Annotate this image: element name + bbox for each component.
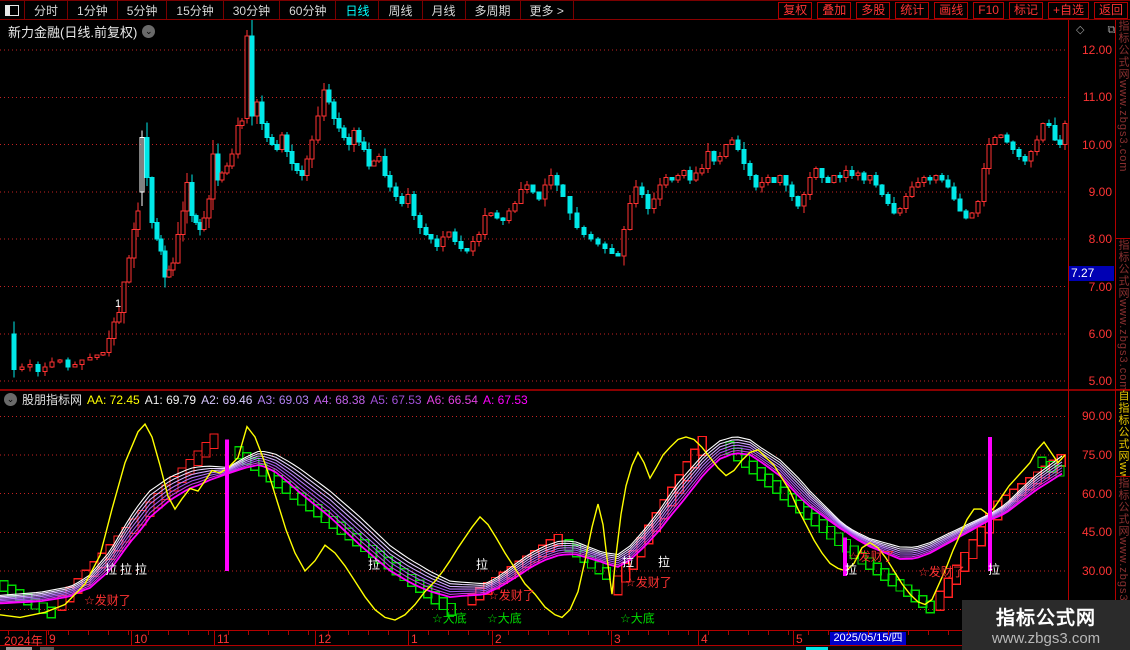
period-tab-4[interactable]: 15分钟 bbox=[167, 1, 223, 19]
main-axis-label: 6.00 bbox=[1089, 327, 1112, 341]
indicator-value: A: 67.53 bbox=[483, 393, 528, 407]
signal-label-bottom: ☆大底 bbox=[432, 611, 467, 626]
period-tab-7[interactable]: 日线 bbox=[336, 1, 379, 19]
indicator-value: A3: 69.03 bbox=[257, 393, 308, 407]
period-tab-10[interactable]: 多周期 bbox=[466, 1, 521, 19]
indicator-value: A6: 66.54 bbox=[427, 393, 478, 407]
sub-axis-label: 45.00 bbox=[1082, 525, 1112, 539]
main-axis-label: 5.00 bbox=[1089, 374, 1112, 388]
status-bar-sliver bbox=[0, 646, 1130, 650]
signal-label-pull: 拉 bbox=[105, 562, 117, 577]
main-candlestick-chart[interactable]: 1 bbox=[0, 20, 1068, 388]
period-toolbar: 分时1分钟5分钟15分钟30分钟60分钟日线周线月线多周期更多 > 复权叠加多股… bbox=[0, 0, 1130, 20]
indicator-value: AA: 72.45 bbox=[87, 393, 140, 407]
chevron-down-icon[interactable]: ⌄ bbox=[142, 25, 155, 38]
main-axis-label: 12.00 bbox=[1082, 43, 1112, 57]
signal-label-rich: ☆发财了 bbox=[848, 549, 895, 564]
period-tab-8[interactable]: 周线 bbox=[379, 1, 422, 19]
signal-label-rich: ☆发财了 bbox=[625, 574, 672, 589]
signal-label-pull: 拉 bbox=[988, 562, 1000, 577]
layout-panel-icon[interactable] bbox=[0, 1, 25, 19]
period-tab-6[interactable]: 60分钟 bbox=[280, 1, 336, 19]
indicator-value: A5: 67.53 bbox=[370, 393, 421, 407]
info-marker: 1 bbox=[115, 298, 121, 310]
signal-label-rich: ☆发财了 bbox=[918, 564, 965, 579]
month-label: 11 bbox=[217, 632, 229, 646]
main-axis-label: 11.00 bbox=[1083, 90, 1112, 104]
signal-label-pull: 拉 bbox=[368, 556, 380, 571]
sub-axis-label: 75.00 bbox=[1082, 448, 1112, 462]
watermark: 指标公式网 www.zbgs3.com bbox=[962, 600, 1130, 650]
date-axis: 2024年 2025/05/15/四 910111212345 bbox=[0, 630, 1068, 646]
watermark-title: 指标公式网 bbox=[996, 603, 1096, 630]
toolbar-button-4[interactable]: 统计 bbox=[895, 2, 929, 19]
right-sidebar-strip[interactable]: 指标公式网www.zbgs3.com指标公式网www.zbgs3.com自指标公… bbox=[1115, 20, 1130, 646]
main-axis-label: 7.00 bbox=[1089, 280, 1112, 294]
signal-label-pull: 拉 bbox=[476, 556, 488, 571]
right-strip-segment-1[interactable]: 指标公式网www.zbgs3.com bbox=[1116, 20, 1130, 239]
period-tab-2[interactable]: 1分钟 bbox=[68, 1, 118, 19]
watermark-url: www.zbgs3.com bbox=[992, 630, 1100, 647]
signal-label-rich: ☆发财了 bbox=[84, 593, 131, 608]
tdx-app-window: 分时1分钟5分钟15分钟30分钟60分钟日线周线月线多周期更多 > 复权叠加多股… bbox=[0, 0, 1130, 650]
stock-title-row[interactable]: 新力金融(日线.前复权) ⌄ bbox=[8, 22, 155, 41]
signal-label-pull: 拉 bbox=[120, 562, 132, 577]
indicator-value: A4: 68.38 bbox=[314, 393, 365, 407]
period-tab-11[interactable]: 更多 > bbox=[521, 1, 574, 19]
month-label: 9 bbox=[49, 632, 56, 646]
toolbar-button-1[interactable]: 复权 bbox=[778, 2, 812, 19]
latest-price-marker: 7.27 bbox=[1069, 266, 1114, 281]
period-tabs: 分时1分钟5分钟15分钟30分钟60分钟日线周线月线多周期更多 > bbox=[25, 1, 574, 19]
indicator-header: ⌄ 股朋指标网 AA: 72.45 A1: 69.79 A2: 69.46 A3: 6… bbox=[0, 391, 1072, 408]
month-label: 1 bbox=[411, 632, 418, 646]
month-label: 3 bbox=[614, 632, 621, 646]
period-tab-9[interactable]: 月线 bbox=[423, 1, 466, 19]
month-label: 10 bbox=[134, 632, 147, 646]
period-tab-5[interactable]: 30分钟 bbox=[224, 1, 280, 19]
action-toolbar: 复权叠加多股统计画线 F10 标记 +自选返回 bbox=[778, 1, 1130, 19]
toolbar-button-8[interactable]: +自选 bbox=[1048, 2, 1089, 19]
sub-axis-label: 90.00 bbox=[1082, 409, 1112, 423]
signal-label-pull: 拉 bbox=[658, 554, 670, 569]
period-tab-3[interactable]: 5分钟 bbox=[118, 1, 168, 19]
main-axis-label: 10.00 bbox=[1082, 138, 1112, 152]
month-label: 2 bbox=[495, 632, 502, 646]
signal-label-bottom: ☆大底 bbox=[620, 611, 655, 626]
toolbar-button-5[interactable]: 画线 bbox=[934, 2, 968, 19]
main-axis-label: 9.00 bbox=[1089, 185, 1112, 199]
sub-axis-label: 30.00 bbox=[1082, 564, 1112, 578]
stock-title: 新力金融(日线.前复权) bbox=[8, 22, 137, 41]
indicator-value: A1: 69.79 bbox=[145, 393, 196, 407]
toolbar-button-6[interactable]: F10 bbox=[973, 2, 1004, 19]
month-label: 5 bbox=[796, 632, 803, 646]
signal-label-pull: 拉 bbox=[622, 554, 634, 569]
indicator-source[interactable]: 股朋指标网 bbox=[22, 391, 82, 408]
main-axis-label: 8.00 bbox=[1089, 232, 1112, 246]
toolbar-button-2[interactable]: 叠加 bbox=[817, 2, 851, 19]
toolbar-button-9[interactable]: 返回 bbox=[1094, 2, 1128, 19]
price-axis: 12.00 11.00 10.00 9.00 8.00 7.00 6.00 5.00 90.00… bbox=[1068, 20, 1115, 646]
toolbar-button-7[interactable]: 标记 bbox=[1009, 2, 1043, 19]
signal-label-bottom: ☆大底 bbox=[487, 611, 522, 626]
sub-axis-label: 60.00 bbox=[1082, 487, 1112, 501]
right-strip-segment-2[interactable]: 指标公式网www.zbgs3.com bbox=[1116, 239, 1130, 390]
period-tab-1[interactable]: 分时 bbox=[25, 1, 68, 19]
signal-label-pull: 拉 bbox=[845, 562, 857, 577]
indicator-chart[interactable]: 拉拉拉拉拉拉拉拉拉☆发财了☆发财了☆发财了☆发财了☆发财了☆大底☆大底☆大底 bbox=[0, 408, 1068, 630]
chart-corner-icons[interactable]: ◇ ⧉ bbox=[1076, 23, 1125, 37]
indicator-value: A2: 69.46 bbox=[201, 393, 252, 407]
toolbar-button-3[interactable]: 多股 bbox=[856, 2, 890, 19]
month-label: 4 bbox=[701, 632, 708, 646]
month-label: 12 bbox=[318, 632, 331, 646]
signal-label-rich: ☆发财了 bbox=[488, 587, 535, 602]
right-strip-segment-3[interactable]: 自指标公式网www.zbgs3.com bbox=[1116, 390, 1130, 477]
signal-label-pull: 拉 bbox=[135, 562, 147, 577]
indicator-chevron-icon[interactable]: ⌄ bbox=[4, 393, 17, 406]
